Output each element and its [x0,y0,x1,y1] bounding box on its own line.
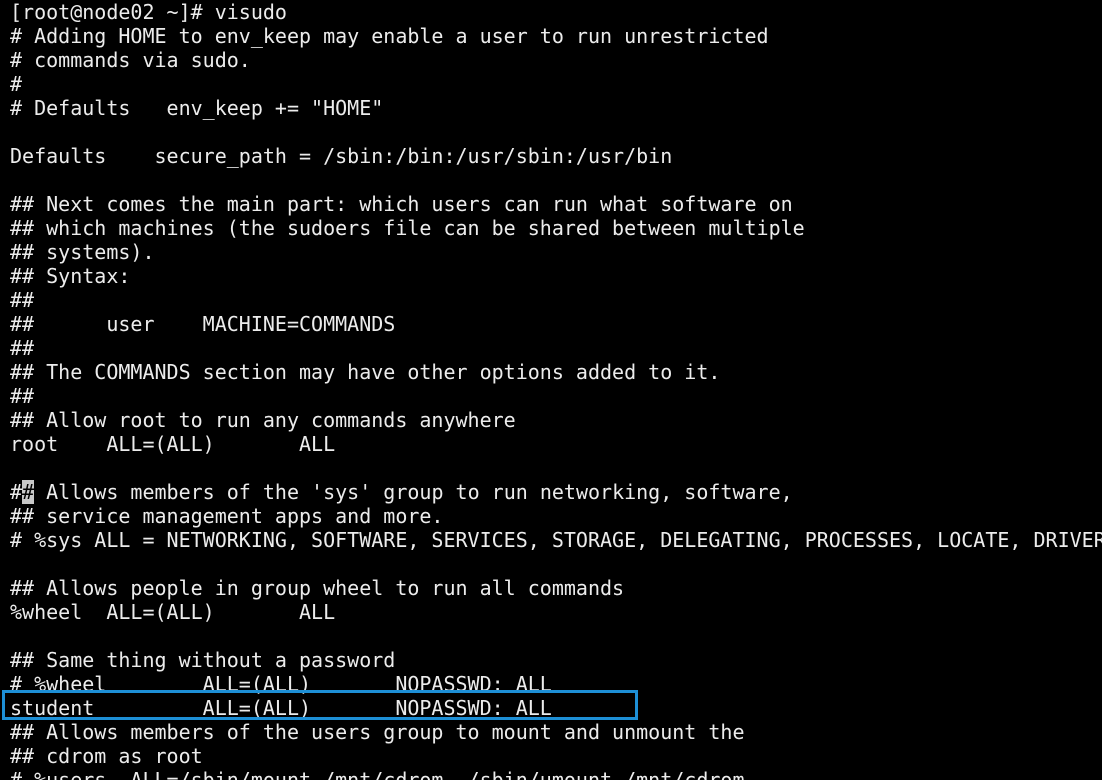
comment-line: ## Allow root to run any commands anywhe… [10,408,516,432]
comment-line: # %users ALL=/sbin/mount /mnt/cdrom, /sb… [10,768,745,780]
text-cursor: # [22,480,35,504]
comment-line: ## [10,288,35,312]
comment-line: ## The COMMANDS section may have other o… [10,360,721,384]
config-line: %wheel ALL=(ALL) ALL [10,600,336,624]
comment-line: ## Allows members of the users group to … [10,720,745,744]
comment-line: ## [10,336,35,360]
comment-line: ## systems). [10,240,155,264]
comment-line: ## cdrom as root [10,744,203,768]
comment-line: ## Allows people in group wheel to run a… [10,576,625,600]
comment-line: # [10,72,23,96]
comment-line: ## [10,384,35,408]
comment-line: ## Syntax: [10,264,131,288]
config-line: root ALL=(ALL) ALL [10,432,336,456]
comment-line: ## Same thing without a password [10,648,396,672]
cursor-line-after: Allows members of the 'sys' group to run… [34,480,793,504]
comment-line: # Adding HOME to env_keep may enable a u… [10,24,769,48]
terminal-window[interactable]: [root@node02 ~]# visudo # Adding HOME to… [0,0,1102,780]
comment-line: ## service management apps and more. [10,504,444,528]
highlight-box [2,690,638,720]
comment-line: # commands via sudo. [10,48,251,72]
comment-line: ## which machines (the sudoers file can … [10,216,805,240]
cursor-line-before: # [10,480,23,504]
comment-line: ## user MACHINE=COMMANDS [10,312,396,336]
comment-line: # Defaults env_keep += "HOME" [10,96,384,120]
shell-prompt-line: [root@node02 ~]# visudo [10,0,287,24]
comment-line: # %sys ALL = NETWORKING, SOFTWARE, SERVI… [10,528,1102,552]
config-line: Defaults secure_path = /sbin:/bin:/usr/s… [10,144,673,168]
cursor-line: ## Allows members of the 'sys' group to … [10,480,793,504]
comment-line: ## Next comes the main part: which users… [10,192,793,216]
